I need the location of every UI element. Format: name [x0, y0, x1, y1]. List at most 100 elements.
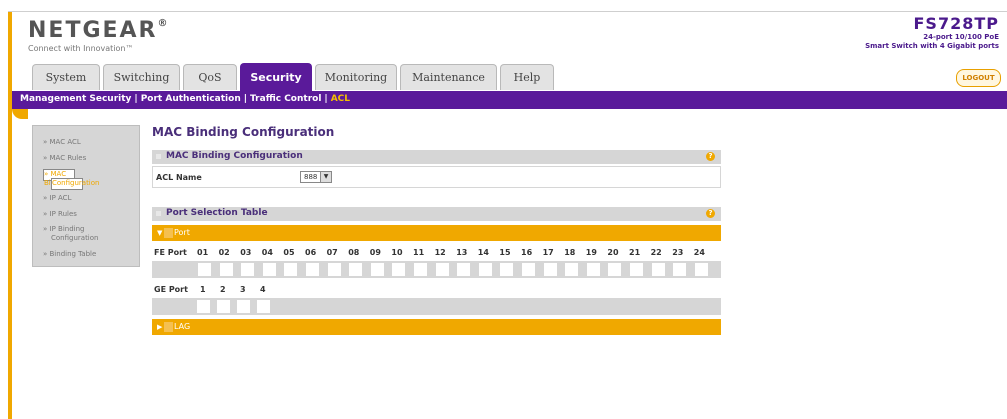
fe-port-checkbox-07[interactable]: [327, 263, 341, 276]
model-info: FS728TP 24-port 10/100 PoE Smart Switch …: [865, 14, 999, 51]
model-desc-1: 24-port 10/100 PoE: [923, 33, 999, 41]
ge-port-number: 4: [260, 285, 266, 294]
fe-port-number: 22: [650, 248, 662, 257]
fe-port-checkbox-03[interactable]: [241, 263, 255, 276]
sidebar-item-ip-acl[interactable]: » IP ACL: [43, 194, 71, 203]
section-collapse-handle: [156, 211, 161, 216]
mac-binding-section-header: MAC Binding Configuration ?: [152, 150, 721, 164]
port-group-bar[interactable]: ▼ Port: [152, 225, 721, 241]
top-border: [8, 11, 1007, 12]
port-group-label: Port: [174, 228, 190, 237]
sidebar-item-binding-table[interactable]: » Binding Table: [43, 250, 96, 259]
fe-port-number: 24: [693, 248, 705, 257]
fe-port-checkbox-04[interactable]: [262, 263, 276, 276]
ge-port-checkbox-4[interactable]: [257, 300, 270, 313]
fe-port-checkbox-19[interactable]: [586, 263, 600, 276]
fe-port-number: 04: [261, 248, 273, 257]
subnav-management-security[interactable]: Management Security: [20, 94, 131, 104]
fe-port-checkbox-10[interactable]: [392, 263, 406, 276]
ge-port-checkbox-row: [152, 298, 721, 315]
fe-port-number: 13: [456, 248, 468, 257]
expand-arrow-icon[interactable]: ▶: [157, 323, 162, 331]
fe-port-number: 15: [499, 248, 511, 257]
fe-port-checkbox-row: [152, 261, 721, 278]
port-group-checkbox[interactable]: [164, 228, 173, 238]
subnav-traffic-control[interactable]: Traffic Control: [250, 94, 321, 104]
fe-port-checkbox-21[interactable]: [630, 263, 643, 276]
ge-port-checkbox-2[interactable]: [217, 300, 230, 313]
tab-monitoring[interactable]: Monitoring: [315, 64, 397, 90]
fe-port-number: 18: [564, 248, 576, 257]
help-icon[interactable]: ?: [706, 152, 715, 161]
acl-name-label: ACL Name: [156, 173, 202, 182]
sub-navigation: Management Security | Port Authentication |…: [12, 91, 1007, 109]
acl-name-value: 888: [304, 173, 318, 181]
tab-help[interactable]: Help: [500, 64, 554, 90]
subnav-port-authentication[interactable]: Port Authentication: [141, 94, 241, 104]
fe-port-checkbox-15[interactable]: [500, 263, 514, 276]
tab-qos[interactable]: QoS: [183, 64, 237, 90]
fe-port-checkbox-17[interactable]: [543, 263, 557, 276]
collapse-arrow-icon[interactable]: ▼: [157, 229, 162, 237]
lag-group-bar[interactable]: ▶ LAG: [152, 319, 721, 335]
ge-port-number: 3: [240, 285, 246, 294]
chevron-down-icon[interactable]: ▼: [320, 172, 331, 182]
fe-port-number: 21: [629, 248, 641, 257]
sidebar-item-mac-rules[interactable]: » MAC Rules: [43, 154, 86, 163]
fe-port-number: 08: [348, 248, 360, 257]
fe-port-checkbox-14[interactable]: [478, 263, 492, 276]
sidebar-item-mac-binding-config[interactable]: Configuration: [51, 178, 99, 190]
fe-port-checkbox-13[interactable]: [457, 263, 471, 276]
tab-system[interactable]: System: [32, 64, 100, 90]
orange-corner-accent: [12, 109, 28, 119]
lag-group-label: LAG: [174, 322, 191, 331]
subnav-acl[interactable]: ACL: [331, 94, 350, 104]
ge-port-checkbox-1[interactable]: [197, 300, 210, 313]
fe-port-number: 02: [218, 248, 230, 257]
fe-port-checkbox-05[interactable]: [284, 263, 298, 276]
fe-port-checkbox-20[interactable]: [608, 263, 622, 276]
fe-port-number: 16: [521, 248, 533, 257]
netgear-logo: NETGEAR® Connect with Innovation™: [28, 18, 170, 53]
acl-name-row: ACL Name 888 ▼: [152, 166, 721, 188]
sidebar-item-ip-rules[interactable]: » IP Rules: [43, 210, 77, 219]
model-desc-2: Smart Switch with 4 Gigabit ports: [865, 42, 999, 50]
ge-port-number: 2: [220, 285, 226, 294]
fe-port-checkbox-02[interactable]: [219, 263, 233, 276]
acl-name-select[interactable]: 888 ▼: [300, 171, 332, 183]
fe-port-checkbox-01[interactable]: [198, 263, 211, 276]
fe-port-checkbox-06[interactable]: [306, 263, 319, 276]
ge-port-checkbox-3[interactable]: [237, 300, 250, 313]
fe-port-checkbox-23[interactable]: [673, 263, 687, 276]
help-icon[interactable]: ?: [706, 209, 715, 218]
fe-port-label: FE Port: [154, 248, 187, 257]
fe-port-number: 11: [413, 248, 425, 257]
left-accent-bar: [8, 12, 12, 419]
fe-port-number: 05: [283, 248, 295, 257]
tab-maintenance[interactable]: Maintenance: [400, 64, 497, 90]
fe-port-checkbox-22[interactable]: [651, 263, 665, 276]
fe-port-checkbox-11[interactable]: [414, 263, 427, 276]
fe-port-number: 14: [477, 248, 489, 257]
mac-binding-section-title: MAC Binding Configuration: [166, 151, 303, 161]
logout-button[interactable]: LOGOUT: [956, 69, 1001, 87]
fe-port-checkbox-12[interactable]: [435, 263, 449, 276]
fe-port-checkbox-18[interactable]: [565, 263, 579, 276]
tab-security[interactable]: Security: [240, 63, 312, 91]
section-collapse-handle: [156, 154, 161, 159]
fe-port-number: 17: [542, 248, 554, 257]
sidebar-item-ip-binding[interactable]: » IP Binding: [43, 225, 84, 234]
lag-group-checkbox[interactable]: [164, 322, 173, 332]
fe-port-checkbox-24[interactable]: [694, 263, 708, 276]
ge-port-label: GE Port: [154, 285, 188, 294]
side-menu: » MAC ACL » MAC Rules » MAC Binding Conf…: [32, 125, 140, 267]
sidebar-item-ip-binding-config[interactable]: Configuration: [51, 234, 98, 243]
sidebar-item-mac-acl[interactable]: » MAC ACL: [43, 138, 81, 147]
fe-port-checkbox-08[interactable]: [349, 263, 363, 276]
fe-port-checkbox-09[interactable]: [370, 263, 384, 276]
fe-port-checkbox-16[interactable]: [522, 263, 535, 276]
registered-mark: ®: [157, 18, 170, 29]
fe-port-number: 23: [672, 248, 684, 257]
page-title: MAC Binding Configuration: [152, 125, 335, 139]
tab-switching[interactable]: Switching: [103, 64, 180, 90]
